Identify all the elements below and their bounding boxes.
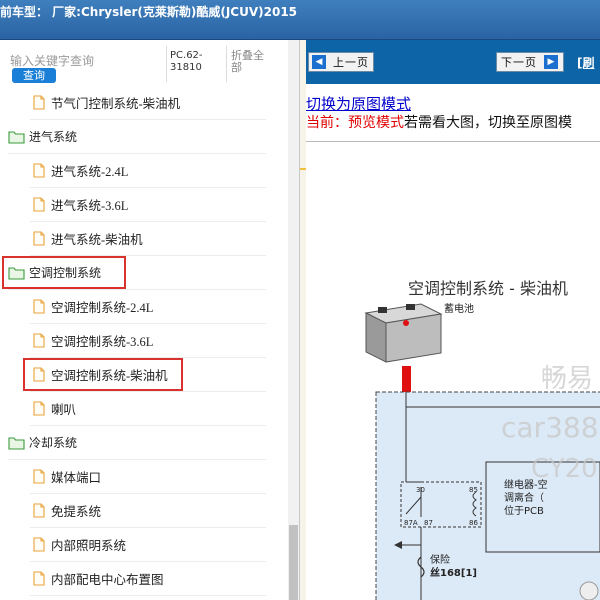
- tree-item-label: 节气门控制系统-柴油机: [51, 97, 181, 111]
- tree-item[interactable]: 空调控制系统-2.4L: [30, 290, 266, 324]
- watermark-text-3: CY20: [531, 454, 598, 484]
- tree-item[interactable]: 喇叭: [30, 392, 266, 426]
- document-icon: [33, 503, 45, 518]
- search-button[interactable]: 查询: [12, 68, 56, 83]
- zoom-bubble-icon[interactable]: [579, 581, 599, 600]
- tree-item[interactable]: 节气门控制系统-柴油机: [30, 86, 266, 120]
- document-icon: [33, 401, 45, 416]
- tree-item-label: 喇叭: [51, 403, 77, 417]
- watermark-text-1: 畅易: [541, 364, 593, 394]
- prev-page-button[interactable]: ◀ 上一页: [308, 52, 374, 72]
- window-title: 前车型： 厂家:Chrysler(克莱斯勒)酷威(JCUV)2015: [0, 5, 298, 19]
- scrollbar-thumb[interactable]: [289, 525, 298, 600]
- diagram-title: 空调控制系统 - 柴油机: [408, 279, 568, 298]
- document-icon: [33, 197, 45, 212]
- tree-item[interactable]: 进气系统-柴油机: [30, 222, 266, 256]
- document-icon: [33, 537, 45, 552]
- folder-icon: [8, 437, 25, 450]
- search-area: 查询 PC.62-31810 折叠全部: [0, 40, 299, 92]
- current-mode-line: 当前：预览模式若需看大图，切换至原图模: [306, 112, 572, 132]
- document-icon: [33, 299, 45, 314]
- column-separator: [226, 46, 227, 82]
- arrow-left-icon: ◀: [312, 55, 326, 69]
- mode-hint: 若需看大图，切换至原图模: [404, 115, 572, 131]
- next-page-label: 下一页: [501, 56, 537, 69]
- battery-wire: [402, 366, 411, 392]
- refresh-link[interactable]: [刷: [577, 54, 595, 71]
- fuse-label-line1: 保险: [430, 553, 450, 566]
- battery-label: 蓄电池: [444, 302, 474, 315]
- relay-label-line3: 位于PCB: [504, 504, 544, 517]
- tree-item[interactable]: 进气系统-2.4L: [30, 154, 266, 188]
- collapse-all-button[interactable]: 折叠全部: [231, 50, 271, 74]
- relay-pin-87: 87: [424, 519, 433, 527]
- tree-item-label: 内部照明系统: [51, 539, 127, 553]
- document-icon: [33, 469, 45, 484]
- tree-item-label: 空调控制系统-柴油机: [51, 369, 168, 383]
- tree-item[interactable]: 空调控制系统-柴油机: [30, 358, 266, 392]
- watermark-text-2: car388.: [501, 411, 600, 444]
- left-pane: 查询 PC.62-31810 折叠全部 节气门控制系统-柴油机进气系统进气系统-…: [0, 40, 300, 600]
- relay-label-line2: 调离合（: [504, 491, 544, 504]
- relay-pin-86: 86: [469, 519, 478, 527]
- tree-item[interactable]: 进气系统-3.6L: [30, 188, 266, 222]
- tree-item-label: 冷却系统: [29, 436, 78, 450]
- right-pane: ◀ 上一页 下一页 ▶ [刷 切换为原图模式 当前：预览模式若需看大图，切换至原…: [306, 40, 600, 600]
- tree-item-label: 空调控制系统-3.6L: [51, 335, 154, 349]
- relay-pin-85: 85: [469, 486, 478, 494]
- document-icon: [33, 571, 45, 586]
- tree-item[interactable]: 空调控制系统-3.6L: [30, 324, 266, 358]
- tree-item[interactable]: 内部配电中心布置图: [30, 562, 266, 596]
- tree-item-label: 进气系统: [29, 130, 78, 144]
- relay-pin-87a: 87A: [404, 519, 418, 527]
- arrow-right-icon: ▶: [544, 55, 558, 69]
- switch-original-mode-link[interactable]: 切换为原图模式: [306, 93, 411, 114]
- code-label: PC.62-31810: [170, 50, 203, 73]
- document-icon: [33, 163, 45, 178]
- relay-pin-30: 30: [416, 486, 425, 494]
- next-page-button[interactable]: 下一页 ▶: [496, 52, 564, 72]
- title-bar: 前车型： 厂家:Chrysler(克莱斯勒)酷威(JCUV)2015: [0, 0, 600, 40]
- fuse-label-line2: 丝168[1]: [430, 566, 477, 579]
- tree-item[interactable]: 内部照明系统: [30, 528, 266, 562]
- folder-icon: [8, 267, 25, 280]
- prev-page-label: 上一页: [333, 56, 369, 69]
- document-icon: [33, 231, 45, 246]
- tree-item[interactable]: 媒体端口: [30, 460, 266, 494]
- folder-icon: [8, 131, 25, 144]
- tree-item-label: 媒体端口: [51, 471, 102, 485]
- document-icon: [33, 95, 45, 110]
- battery-icon: [364, 303, 443, 363]
- tree-item-label: 进气系统-3.6L: [51, 199, 129, 213]
- page-nav-bar: ◀ 上一页 下一页 ▶ [刷: [306, 40, 600, 84]
- tree-item[interactable]: 免提系统: [30, 494, 266, 528]
- tree-folder[interactable]: 冷却系统: [8, 426, 266, 460]
- tree-folder[interactable]: 空调控制系统: [8, 256, 266, 290]
- tree-item-label: 进气系统-2.4L: [51, 165, 129, 179]
- tree-scrollbar[interactable]: [288, 40, 299, 600]
- document-icon: [33, 367, 45, 382]
- column-separator: [166, 46, 167, 82]
- tree-folder[interactable]: 进气系统: [8, 120, 266, 154]
- tree-item-label: 空调控制系统-2.4L: [51, 301, 154, 315]
- current-mode-label: 当前：预览模式: [306, 115, 404, 131]
- tree-item-label: 免提系统: [51, 505, 102, 519]
- document-icon: [33, 333, 45, 348]
- tree-item-label: 空调控制系统: [29, 266, 102, 280]
- wiring-diagram: 空调控制系统 - 柴油机 蓄电池 30 87A 87 85 86 继电器-空 调…: [364, 279, 600, 600]
- tree-item-label: 内部配电中心布置图: [51, 573, 164, 587]
- tree-item-label: 进气系统-柴油机: [51, 233, 143, 247]
